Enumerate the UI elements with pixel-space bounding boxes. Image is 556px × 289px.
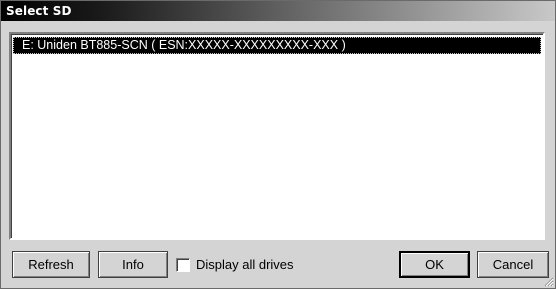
display-all-drives-label[interactable]: Display all drives xyxy=(196,258,294,272)
resize-grip-icon[interactable] xyxy=(542,275,554,287)
refresh-button[interactable]: Refresh xyxy=(12,251,90,278)
sd-card-list[interactable]: E: Uniden BT885-SCN ( ESN:XXXXX-XXXXXXXX… xyxy=(9,32,545,240)
ok-button[interactable]: OK xyxy=(399,251,470,278)
window-title: Select SD xyxy=(6,4,72,18)
list-item[interactable]: E: Uniden BT885-SCN ( ESN:XXXXX-XXXXXXXX… xyxy=(13,37,541,54)
display-all-drives-option[interactable]: Display all drives xyxy=(176,258,294,272)
cancel-button[interactable]: Cancel xyxy=(477,251,549,278)
display-all-drives-checkbox[interactable] xyxy=(176,258,190,272)
title-bar[interactable]: Select SD xyxy=(1,1,555,21)
select-sd-dialog: Select SD E: Uniden BT885-SCN ( ESN:XXXX… xyxy=(0,0,556,289)
info-button[interactable]: Info xyxy=(98,251,168,278)
